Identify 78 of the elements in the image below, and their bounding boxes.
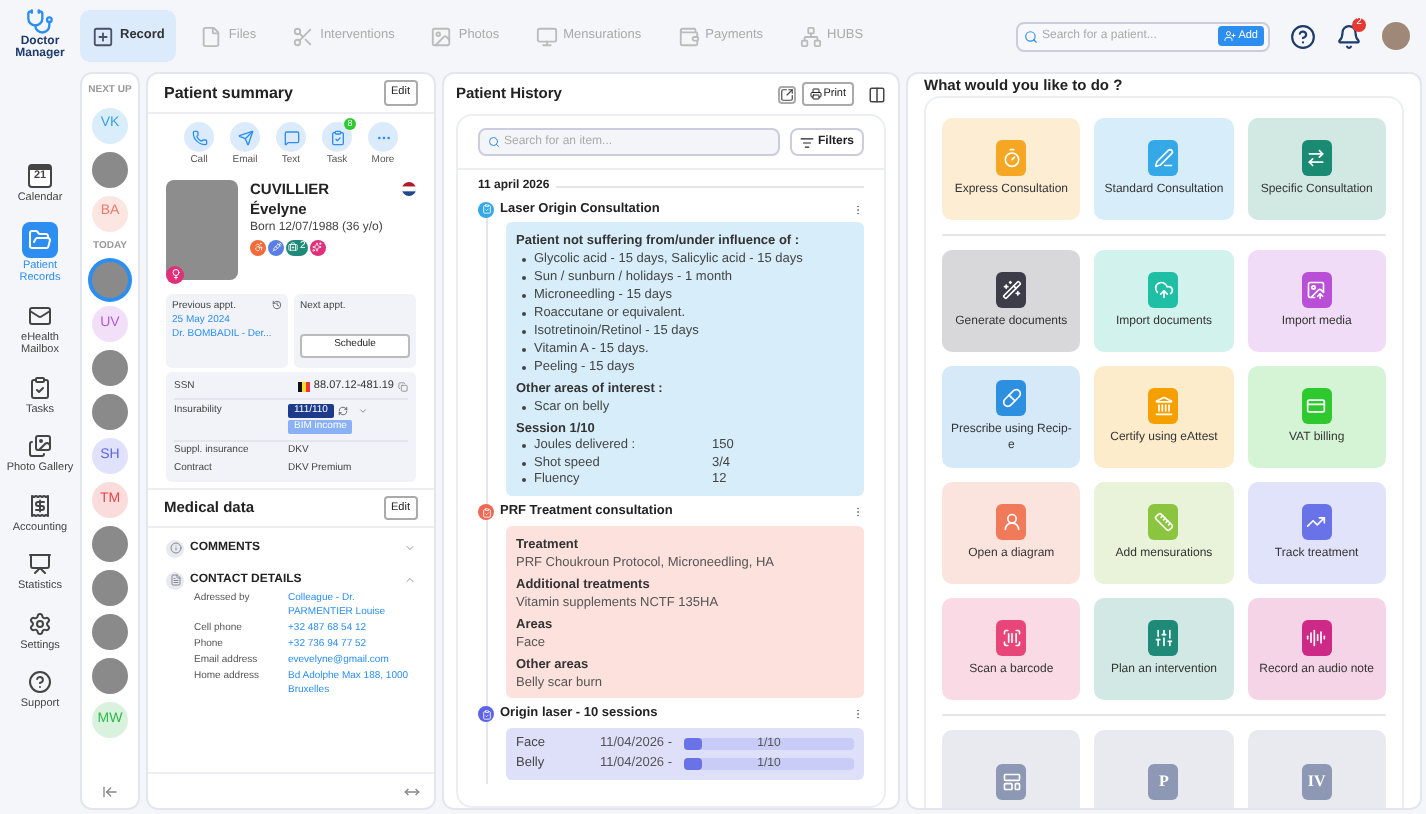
sparkle-icon bbox=[312, 242, 323, 252]
person-icon bbox=[253, 242, 263, 252]
photo-placeholder[interactable] bbox=[92, 614, 128, 650]
image-icon bbox=[430, 25, 453, 47]
search-icon bbox=[488, 136, 500, 148]
export-icon[interactable] bbox=[777, 85, 796, 103]
filter-icon bbox=[799, 135, 814, 149]
barcode-icon bbox=[1001, 628, 1022, 649]
audio-icon bbox=[1306, 628, 1327, 649]
photo-placeholder[interactable] bbox=[92, 262, 128, 298]
image-upload-icon bbox=[1306, 280, 1327, 301]
images-icon bbox=[28, 434, 52, 458]
card-icon bbox=[1306, 396, 1327, 417]
ruler-icon bbox=[1153, 512, 1174, 533]
trend-icon bbox=[1306, 512, 1327, 533]
settings-icon bbox=[28, 611, 52, 635]
resize-icon[interactable] bbox=[404, 783, 420, 799]
clipboard-icon bbox=[28, 375, 52, 399]
copy-icon[interactable] bbox=[398, 382, 408, 392]
arrows-icon bbox=[1306, 148, 1327, 169]
folder-icon bbox=[28, 227, 52, 251]
photo-placeholder[interactable] bbox=[92, 151, 128, 187]
monitor-icon bbox=[535, 25, 558, 47]
printer-icon bbox=[809, 88, 822, 100]
sliders-icon bbox=[1153, 628, 1174, 649]
patient-tag[interactable] bbox=[268, 239, 284, 255]
photo-placeholder[interactable] bbox=[92, 394, 128, 430]
panel-title: Patient summary bbox=[164, 81, 293, 105]
wand-icon bbox=[1001, 280, 1022, 301]
kit-icon bbox=[288, 242, 298, 252]
photo-placeholder bbox=[166, 179, 238, 279]
wallet-icon bbox=[677, 25, 700, 47]
flag-icon bbox=[402, 181, 416, 195]
user-photo-placeholder[interactable] bbox=[1382, 22, 1410, 50]
plus-square-icon bbox=[92, 25, 114, 47]
phone-icon bbox=[191, 129, 207, 145]
document-icon bbox=[169, 574, 181, 586]
tile-glyph: P bbox=[1159, 769, 1169, 794]
chat-icon bbox=[283, 129, 299, 145]
add-user-icon bbox=[1224, 30, 1237, 42]
chart-board-icon bbox=[28, 552, 52, 576]
file-icon bbox=[200, 25, 223, 47]
refresh-icon[interactable] bbox=[337, 406, 348, 416]
action-tile[interactable] bbox=[942, 730, 1081, 808]
building-icon bbox=[1153, 396, 1174, 417]
collapse-icon[interactable] bbox=[102, 784, 118, 800]
cloud-upload-icon bbox=[1153, 280, 1174, 301]
logo-icon bbox=[26, 8, 54, 36]
chevron-down-icon[interactable] bbox=[357, 406, 368, 416]
layout-icon[interactable] bbox=[868, 85, 886, 103]
pill-icon bbox=[1001, 388, 1022, 409]
head-icon bbox=[1001, 512, 1022, 533]
help-icon[interactable] bbox=[1290, 23, 1316, 49]
receipt-icon bbox=[28, 493, 52, 517]
help-icon bbox=[28, 670, 52, 694]
flag-icon bbox=[297, 382, 310, 392]
photo-placeholder[interactable] bbox=[92, 658, 128, 694]
chevron-down-icon bbox=[404, 542, 416, 554]
patient-tag[interactable] bbox=[250, 239, 266, 255]
document-icon bbox=[1001, 771, 1022, 792]
scissors-icon bbox=[292, 25, 315, 47]
tile-glyph: IV bbox=[1307, 769, 1326, 794]
clipboard-icon bbox=[329, 129, 345, 145]
network-icon bbox=[799, 25, 822, 47]
envelope-icon bbox=[28, 303, 52, 327]
search-icon bbox=[1024, 29, 1038, 43]
chevron-up-icon bbox=[404, 574, 416, 586]
photo-placeholder[interactable] bbox=[92, 570, 128, 606]
timer-icon bbox=[1001, 148, 1022, 169]
photo-placeholder[interactable] bbox=[92, 526, 128, 562]
info-icon bbox=[169, 542, 181, 554]
patient-tag[interactable] bbox=[309, 239, 326, 255]
syringe-icon bbox=[271, 242, 281, 252]
pen-icon bbox=[1153, 148, 1174, 169]
photo-placeholder[interactable] bbox=[92, 350, 128, 386]
send-icon bbox=[237, 129, 253, 145]
notifications-icon[interactable] bbox=[1336, 23, 1362, 49]
history-icon bbox=[272, 299, 282, 309]
